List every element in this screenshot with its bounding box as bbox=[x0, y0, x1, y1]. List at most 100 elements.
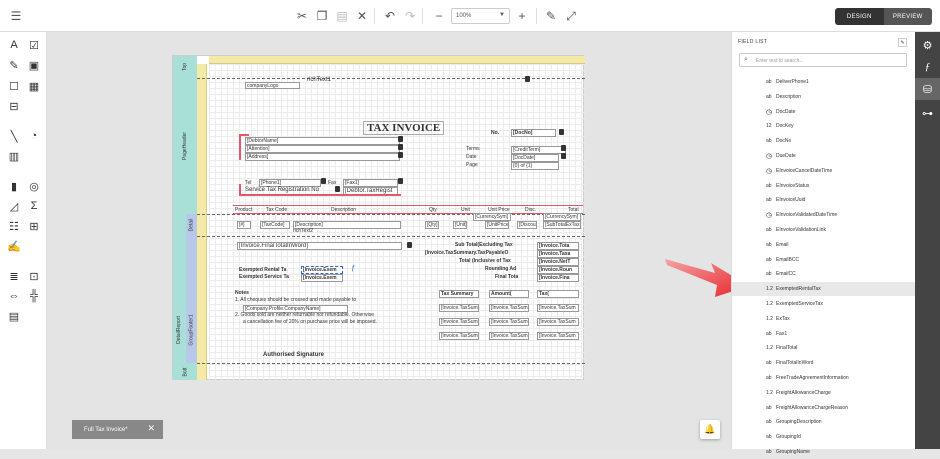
checkbox-tool-icon[interactable]: ☑ bbox=[27, 38, 41, 52]
tax-column-label[interactable]: Tax( bbox=[537, 290, 579, 298]
band-group-footer[interactable]: GroupFooter1 bbox=[186, 236, 197, 363]
paste-icon[interactable]: ▤ bbox=[334, 8, 350, 24]
design-button[interactable]: DESIGN bbox=[835, 8, 884, 25]
sub-total-label[interactable]: Sub Total(Excluding Tax bbox=[455, 242, 513, 248]
expression-icon[interactable]: ƒ bbox=[351, 265, 355, 272]
field-item-deliverphone1[interactable]: ab DeliverPhone1 bbox=[732, 75, 916, 89]
rich-text2[interactable]: richText2 bbox=[293, 228, 313, 234]
toc-tool-icon[interactable]: ☷ bbox=[7, 219, 21, 233]
company-logo-field[interactable]: companyLogo bbox=[245, 82, 300, 89]
detail-unit-field[interactable]: [Unit] bbox=[453, 221, 467, 229]
field-item-emailcc[interactable]: ab EmailCC bbox=[732, 267, 916, 281]
fax1-field[interactable]: [Fax1] bbox=[343, 179, 398, 187]
zoom-select[interactable]: 100% ▼ bbox=[451, 8, 510, 24]
table-tool-icon[interactable]: ▦ bbox=[27, 79, 41, 93]
field-item-docno[interactable]: ab DocNo bbox=[732, 134, 916, 148]
sub-total-value[interactable]: [Invoice.Tota bbox=[537, 242, 579, 250]
field-search-input[interactable]: ⌕ Enter text to search... bbox=[739, 53, 907, 67]
tax-summary-cell[interactable]: [Invoice.TaxSumm bbox=[439, 318, 479, 326]
final-total-value[interactable]: [Invoice.Fina bbox=[537, 274, 579, 282]
band-page-header[interactable]: PageHeader bbox=[173, 78, 197, 214]
field-item-finaltotal[interactable]: 1.2 FinalTotal bbox=[732, 341, 916, 355]
smart-tag-icon[interactable] bbox=[559, 129, 564, 135]
field-item-fax1[interactable]: ab Fax1 bbox=[732, 327, 916, 341]
tax-summary-cell[interactable]: [Invoice.TaxSum bbox=[537, 332, 579, 340]
page-info-field[interactable]: {0} of {1} bbox=[511, 162, 559, 170]
authorised-signature[interactable]: Authorised Signature bbox=[263, 352, 324, 358]
service-tax-label[interactable]: Service Tax Registration No bbox=[245, 187, 319, 193]
summary-tool-icon[interactable]: Σ bbox=[27, 199, 41, 213]
field-item-duedate[interactable]: ◷ DueDate bbox=[732, 149, 916, 163]
richtext-tool-icon[interactable]: ✎ bbox=[7, 58, 21, 72]
smart-tag-icon[interactable] bbox=[407, 242, 412, 248]
smart-tag-icon[interactable] bbox=[321, 178, 326, 184]
smart-tag-icon[interactable] bbox=[398, 144, 403, 150]
final-total-word-field[interactable]: [Invoice.FinalTotalInWord] bbox=[237, 242, 402, 250]
no-label[interactable]: No. bbox=[491, 130, 499, 136]
detail-tax-code-field[interactable]: [TaxCode] bbox=[260, 221, 290, 229]
band-top[interactable]: Top bbox=[173, 56, 197, 78]
total-incl-label[interactable]: Total (Inclusive of Tax bbox=[459, 258, 511, 264]
doc-date-field[interactable]: [DocDate] bbox=[511, 154, 559, 162]
field-item-exemptedservicetax[interactable]: 1.2 ExemptedServiceTax bbox=[732, 297, 916, 311]
panel-tool-icon[interactable]: ☐ bbox=[7, 79, 21, 93]
field-item-emailbcc[interactable]: ab EmailBCC bbox=[732, 253, 916, 267]
field-item-freightallowancecharge[interactable]: 1.2 FreightAllowanceCharge bbox=[732, 386, 916, 400]
band-detail[interactable]: Detail bbox=[186, 214, 197, 236]
field-item-groupingdescription[interactable]: ab GroupingDescription bbox=[732, 415, 916, 429]
detail-subtotal-field[interactable]: [SubTotalExTax bbox=[543, 221, 581, 229]
field-item-exemptedrentaltax[interactable]: 1.2 ExemptedRentalTax bbox=[732, 282, 916, 297]
tax-summary-cell[interactable]: [Invoice.TaxSumm bbox=[439, 332, 479, 340]
report-tab[interactable]: Full Tax Invoice* ✕ bbox=[72, 420, 163, 439]
tax-invoice-title[interactable]: TAX INVOICE bbox=[363, 121, 445, 135]
copy-icon[interactable]: ❐ bbox=[314, 8, 330, 24]
field-item-freightallowancechargereason[interactable]: ab FreightAllowanceChargeReason bbox=[732, 401, 916, 415]
smart-tag-icon[interactable] bbox=[398, 136, 403, 142]
report-page[interactable]: Top PageHeader Detail DetailReport Group… bbox=[172, 55, 585, 380]
doc-no-field[interactable]: [DocNo] bbox=[511, 129, 556, 137]
page-break-tool-icon[interactable]: ⇔ bbox=[7, 289, 21, 303]
tax-summary-label[interactable]: Tax Summary bbox=[439, 290, 479, 298]
smart-tag-icon[interactable] bbox=[398, 178, 403, 184]
signature-tool-icon[interactable]: ✍ bbox=[7, 239, 21, 253]
field-item-freetradeagreementinformation[interactable]: ab FreeTradeAgreementInformation bbox=[732, 371, 916, 385]
smart-tag-icon[interactable] bbox=[525, 76, 530, 82]
expressions-icon[interactable]: ƒ bbox=[915, 56, 940, 78]
smart-tag-icon[interactable] bbox=[335, 186, 340, 192]
field-item-docdate[interactable]: ◷ DocDate bbox=[732, 105, 916, 119]
tax-payable-value[interactable]: [Invoice.Taxa bbox=[537, 250, 579, 258]
rounding-label[interactable]: Rounding Ad bbox=[485, 266, 516, 272]
field-item-groupingid[interactable]: ab GroupingId bbox=[732, 430, 916, 444]
subreport-tool-icon[interactable]: ⊡ bbox=[27, 269, 41, 283]
smart-tag-icon[interactable] bbox=[398, 152, 403, 158]
field-item-einvoiceuuid[interactable]: ab EInvoiceUuid bbox=[732, 193, 916, 207]
barcode-tool-icon[interactable]: ▥ bbox=[7, 149, 21, 163]
currency-sym-field-2[interactable]: [CurrencySym] bbox=[543, 213, 581, 221]
tax-summary-cell[interactable]: [Invoice.TaxSum bbox=[489, 304, 529, 312]
chart-tool-icon[interactable]: ▮ bbox=[7, 179, 21, 193]
debtor-name-field[interactable]: [DebtorName] bbox=[245, 137, 400, 145]
delete-icon[interactable]: ✕ bbox=[354, 8, 370, 24]
note-2a[interactable]: 2. Goods sold are neither returnable nor… bbox=[235, 312, 374, 318]
notes-label[interactable]: Notes bbox=[235, 290, 249, 296]
cross-band-tool-icon[interactable]: ╬ bbox=[27, 289, 41, 303]
currency-sym-field-1[interactable]: [CurrencySym] bbox=[473, 213, 511, 221]
hamburger-menu-icon[interactable]: ☰ bbox=[8, 8, 24, 24]
undo-icon[interactable]: ↶ bbox=[382, 8, 398, 24]
tax-payable-label[interactable]: [Invoice.TaxSummary.TaxPayableO bbox=[425, 250, 508, 256]
smart-tag-icon[interactable] bbox=[561, 145, 566, 151]
label-tool-icon[interactable]: A bbox=[7, 38, 21, 52]
fullscreen-icon[interactable]: ⤢ bbox=[563, 8, 579, 24]
tax-summary-cell[interactable]: [Invoice.TaxSum bbox=[489, 318, 529, 326]
validate-bindings-icon[interactable]: ✎ bbox=[543, 8, 559, 24]
exempted-service-value[interactable]: [Invoice.Exem bbox=[301, 274, 343, 282]
note-1[interactable]: 1. All cheques should be crossed and mad… bbox=[235, 297, 356, 303]
tax-summary-cell[interactable]: [Invoice.TaxSum bbox=[537, 304, 579, 312]
total-incl-value[interactable]: [Invoice.NetT bbox=[537, 258, 579, 266]
report-explorer-icon[interactable]: ⊶ bbox=[915, 102, 940, 124]
field-item-groupingname[interactable]: ab GroupingName bbox=[732, 445, 916, 459]
shape-tool-icon[interactable]: ◔ bbox=[27, 129, 41, 143]
page-label[interactable]: Page bbox=[466, 162, 478, 168]
exempted-rental-label[interactable]: Exempted Rental Ta bbox=[239, 267, 286, 273]
tax-summary-cell[interactable]: [Invoice.TaxSum bbox=[489, 332, 529, 340]
